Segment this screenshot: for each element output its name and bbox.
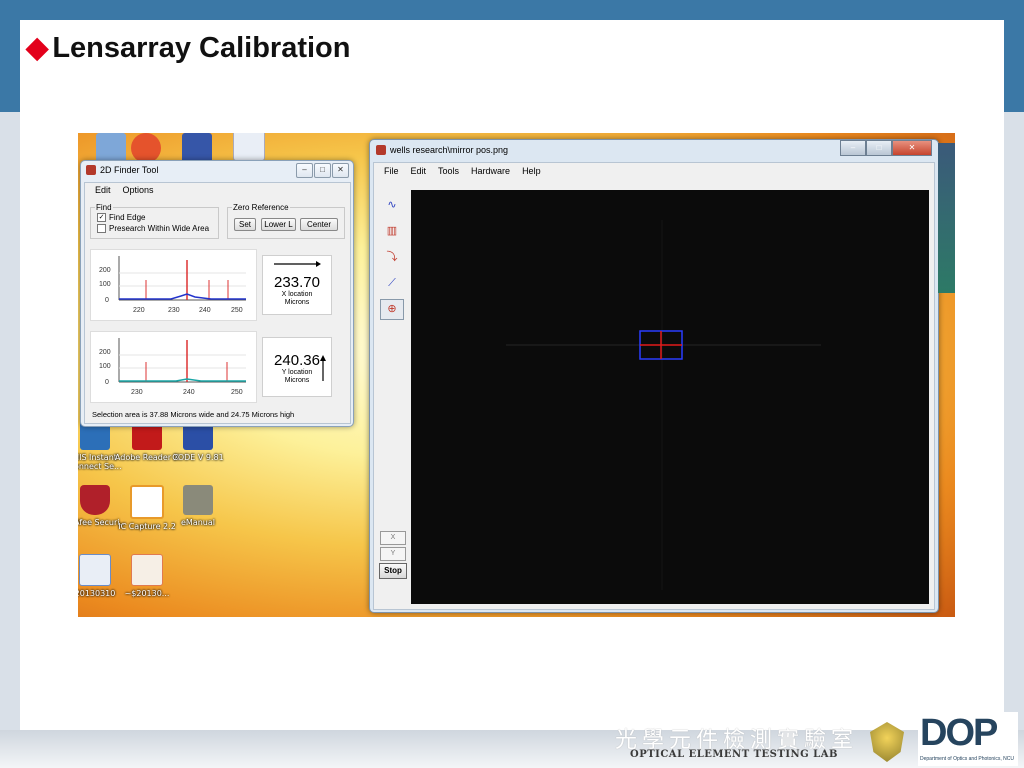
y-button[interactable]: Y bbox=[380, 547, 406, 561]
menu-help[interactable]: Help bbox=[522, 166, 541, 176]
close-button[interactable]: ✕ bbox=[892, 140, 932, 156]
dop-logo-text: DOP bbox=[920, 712, 998, 754]
camera-image-canvas[interactable] bbox=[411, 190, 929, 604]
desktop-icon-label: ~$20130... bbox=[124, 589, 170, 598]
edge-tool-icon[interactable]: ⤵ bbox=[380, 247, 404, 268]
finder-body: Edit Options Find ✓ Find Edge Presearch … bbox=[84, 182, 351, 424]
histogram-tool-icon[interactable]: ▥ bbox=[380, 221, 404, 242]
image-viewer-window[interactable]: wells research\mirror pos.png – □ ✕ File… bbox=[369, 139, 939, 613]
y-tick-label: 100 bbox=[99, 281, 111, 288]
codev-icon bbox=[182, 133, 212, 163]
y-location-readout: 240.36 Y location Microns bbox=[262, 337, 332, 397]
profile-curve bbox=[119, 293, 246, 300]
finder-title: 2D Finder Tool bbox=[100, 165, 159, 175]
slide-title-text: Lensarray Calibration bbox=[52, 32, 351, 64]
minimize-button[interactable]: – bbox=[840, 140, 866, 156]
waveform-tool-icon[interactable]: ∿ bbox=[380, 195, 404, 216]
viewer-body: File Edit Tools Hardware Help ∿ ▥ ⤵ ⟋ ⊕ … bbox=[373, 162, 935, 610]
finder-tool-window[interactable]: 2D Finder Tool – □ ✕ Edit Options Find ✓… bbox=[80, 160, 354, 427]
desktop-screenshot: NIS Instant Connect Se... Adobe Reader X… bbox=[78, 133, 955, 617]
minimize-button[interactable]: – bbox=[296, 163, 313, 178]
y-tick-label: 0 bbox=[105, 297, 109, 304]
desktop-icon-emanual[interactable]: eManual bbox=[165, 485, 231, 527]
center-button[interactable]: Center bbox=[300, 218, 338, 231]
slide-title: ◆ Lensarray Calibration bbox=[26, 30, 350, 65]
x-tick-label: 240 bbox=[199, 307, 211, 314]
background-window-edge bbox=[938, 143, 955, 293]
x-location-readout: 233.70 X location Microns bbox=[262, 255, 332, 315]
maximize-button[interactable]: □ bbox=[314, 163, 331, 178]
set-button[interactable]: Set bbox=[234, 218, 256, 231]
department-logo: DOP Department of Optics and Photonics, … bbox=[918, 712, 1018, 766]
checkbox-unchecked-icon bbox=[97, 224, 106, 233]
camera-image bbox=[506, 220, 821, 590]
x-tick-label: 240 bbox=[183, 389, 195, 396]
checkbox-checked-icon: ✓ bbox=[97, 213, 106, 222]
app-icon bbox=[376, 145, 386, 155]
find-edge-label: Find Edge bbox=[109, 213, 146, 222]
menu-tools[interactable]: Tools bbox=[438, 166, 459, 176]
word-doc-icon bbox=[79, 554, 111, 586]
presearch-label: Presearch Within Wide Area bbox=[109, 224, 210, 233]
x-tick-label: 250 bbox=[231, 307, 243, 314]
desktop-icon-label: CODE V 9.81 bbox=[172, 453, 224, 462]
desktop-icon-label: eManual bbox=[181, 518, 215, 527]
right-arrow-icon bbox=[274, 261, 321, 267]
y-tick-label: 0 bbox=[105, 379, 109, 386]
ic-capture-icon bbox=[130, 485, 164, 519]
find-group: Find ✓ Find Edge Presearch Within Wide A… bbox=[90, 203, 219, 239]
menu-options[interactable]: Options bbox=[123, 185, 154, 195]
up-arrow-icon bbox=[320, 355, 326, 381]
x-button[interactable]: X bbox=[380, 531, 406, 545]
find-group-title: Find bbox=[95, 203, 113, 212]
y-tick-label: 100 bbox=[99, 363, 111, 370]
y-tick-label: 200 bbox=[99, 267, 111, 274]
stop-button[interactable]: Stop bbox=[379, 563, 407, 579]
viewer-title: wells research\mirror pos.png bbox=[390, 145, 509, 155]
zero-reference-title: Zero Reference bbox=[232, 203, 290, 212]
zero-reference-group: Zero Reference Set Lower L Center bbox=[227, 203, 345, 239]
lower-l-button[interactable]: Lower L bbox=[261, 218, 296, 231]
viewer-titlebar[interactable]: wells research\mirror pos.png – □ ✕ bbox=[370, 140, 938, 163]
desktop-icon-ppt[interactable]: ~$20130... bbox=[114, 554, 180, 598]
x-location-value: 233.70 bbox=[274, 274, 320, 291]
x-profile-chart: 200 100 0 220 230 240 250 bbox=[90, 249, 257, 321]
finder-titlebar[interactable]: 2D Finder Tool – □ ✕ bbox=[81, 161, 353, 182]
line-tool-icon[interactable]: ⟋ bbox=[380, 273, 404, 294]
lab-name-english: OPTICAL ELEMENT TESTING LAB bbox=[630, 749, 838, 760]
x-profile-plot: 200 100 0 220 230 240 250 bbox=[99, 256, 246, 314]
title-bullet-icon: ◆ bbox=[26, 32, 49, 64]
x-tick-label: 230 bbox=[168, 307, 180, 314]
find-edge-checkbox[interactable]: ✓ Find Edge bbox=[97, 213, 218, 222]
x-tick-label: 220 bbox=[133, 307, 145, 314]
x-tick-label: 250 bbox=[231, 389, 243, 396]
emanual-icon bbox=[183, 485, 213, 515]
viewer-menubar: File Edit Tools Hardware Help bbox=[374, 163, 934, 179]
y-tick-label: 200 bbox=[99, 349, 111, 356]
presearch-checkbox[interactable]: Presearch Within Wide Area bbox=[97, 224, 218, 233]
target-tool-icon[interactable]: ⊕ bbox=[380, 299, 404, 320]
footer-band bbox=[0, 730, 1024, 768]
mcafee-shield-icon bbox=[80, 485, 110, 515]
menu-edit[interactable]: Edit bbox=[411, 166, 427, 176]
desktop-icon-label: 20130310 bbox=[78, 589, 116, 598]
finder-menubar: Edit Options bbox=[85, 183, 350, 197]
maximize-button[interactable]: □ bbox=[866, 140, 892, 156]
selection-status: Selection area is 37.88 Microns wide and… bbox=[92, 410, 295, 419]
menu-file[interactable]: File bbox=[384, 166, 399, 176]
x-tick-label: 230 bbox=[131, 389, 143, 396]
menu-edit[interactable]: Edit bbox=[95, 185, 111, 195]
word-doc-icon bbox=[233, 133, 265, 161]
x-location-units: Microns bbox=[284, 299, 310, 306]
y-profile-chart: 200 100 0 230 240 250 bbox=[90, 331, 257, 403]
powerpoint-doc-icon bbox=[131, 554, 163, 586]
dop-logo-subtitle: Department of Optics and Photonics, NCU bbox=[920, 756, 1014, 762]
menu-hardware[interactable]: Hardware bbox=[471, 166, 510, 176]
app-icon bbox=[86, 165, 96, 175]
y-profile-plot: 200 100 0 230 240 250 bbox=[99, 338, 246, 396]
firefox-icon bbox=[131, 133, 161, 163]
close-button[interactable]: ✕ bbox=[332, 163, 349, 178]
x-location-label: X location bbox=[281, 291, 313, 298]
